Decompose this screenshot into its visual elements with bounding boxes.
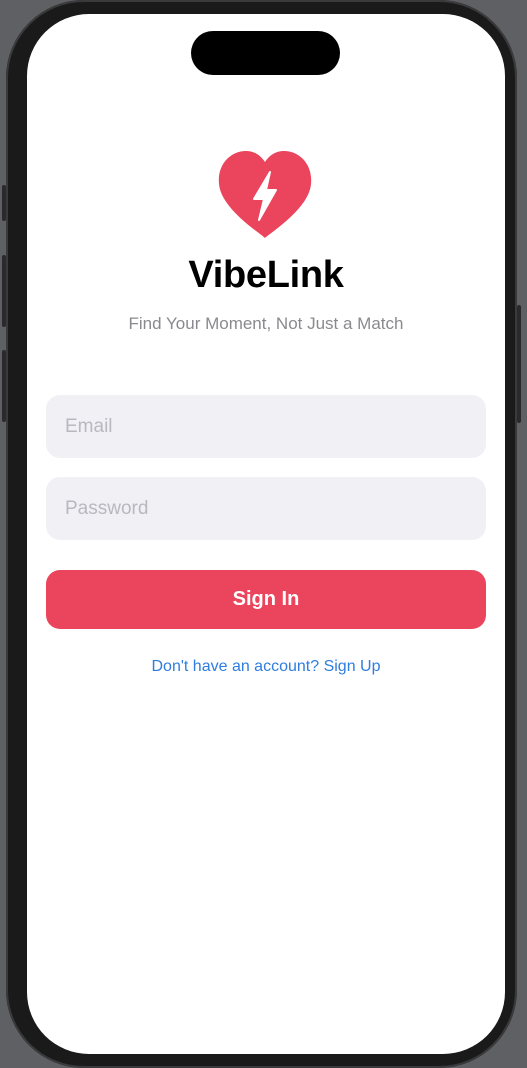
login-screen: VibeLink Find Your Moment, Not Just a Ma… [27,14,505,1054]
sign-up-link[interactable]: Don't have an account? Sign Up [27,658,505,676]
password-field[interactable] [46,477,486,540]
dynamic-island [191,31,340,75]
power-button [517,305,521,423]
heart-bolt-icon [218,151,312,238]
sign-in-button[interactable]: Sign In [46,570,486,629]
email-field[interactable] [46,395,486,458]
volume-up-button [2,255,6,327]
app-tagline: Find Your Moment, Not Just a Match [128,314,404,333]
sign-in-label: Sign In [232,588,300,610]
action-button [2,185,6,221]
app-title: VibeLink [188,254,344,296]
volume-down-button [2,350,6,422]
phone-frame: VibeLink Find Your Moment, Not Just a Ma… [2,0,521,1068]
